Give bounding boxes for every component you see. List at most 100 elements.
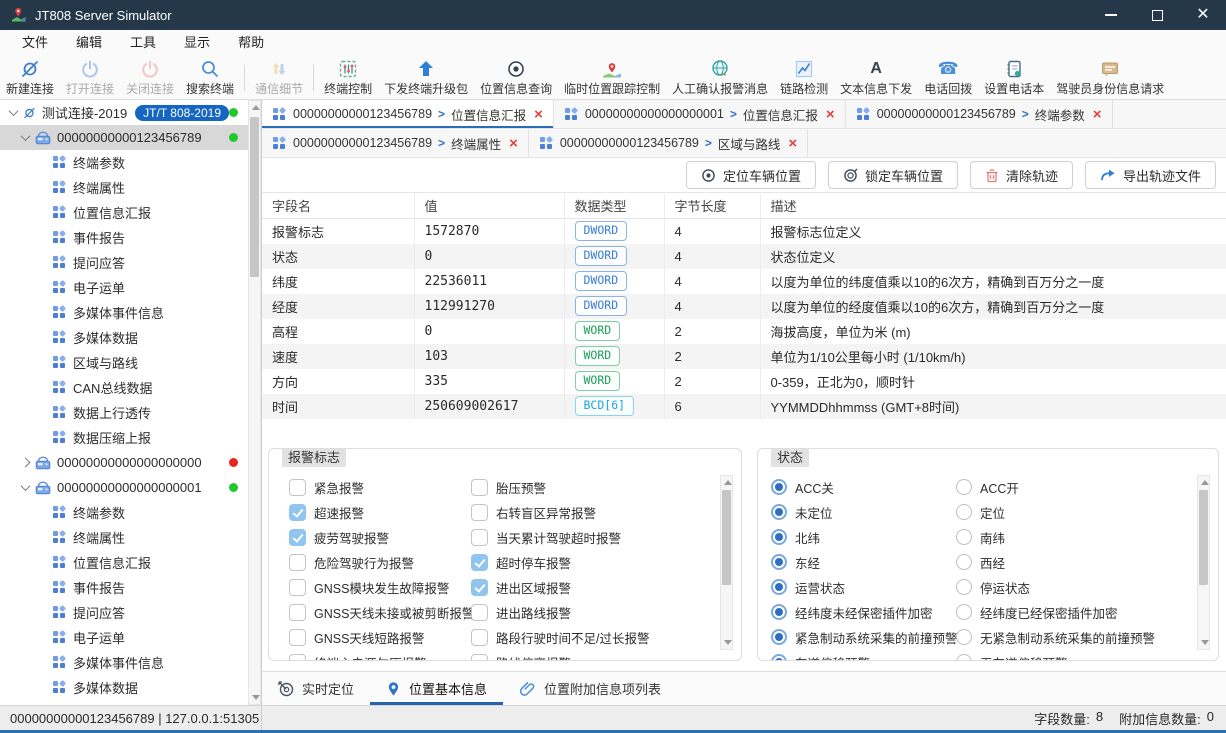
radio-selected-icon[interactable] [771,479,787,495]
radio-icon[interactable] [956,529,972,545]
col-desc[interactable]: 描述 [760,193,1226,219]
alarm-checkbox-item[interactable]: 超时停车报警 [471,550,707,575]
table-row[interactable]: 方向 335 WORD 2 0-359，正北为0，顺时针 [262,369,1226,394]
tree-leaf[interactable]: 位置信息汇报 [0,550,248,575]
alarm-checkbox-item[interactable]: 胎压预警 [471,475,707,500]
close-tab-icon[interactable]: × [509,135,518,152]
radio-icon[interactable] [956,504,972,520]
toolbar-location-query[interactable]: 位置信息查询 [474,56,558,100]
toolbar-new-connection[interactable]: 新建连接 [0,56,60,100]
checkbox-icon[interactable] [289,479,306,496]
checkbox-icon[interactable] [471,479,488,496]
checkbox-checked-icon[interactable] [289,529,306,546]
alarm-checkbox-item[interactable]: GNSS天线短路报警 [289,625,471,650]
radio-selected-icon[interactable] [771,604,787,620]
status-radio-item[interactable]: ACC关 [771,475,956,500]
alarm-panel-scrollbar[interactable] [720,475,733,650]
tree-leaf[interactable]: 提问应答 [0,600,248,625]
status-radio-item[interactable]: 南纬 [956,525,1184,550]
tree-leaf[interactable]: 电子运单 [0,625,248,650]
checkbox-icon[interactable] [471,504,488,521]
tree-leaf[interactable]: 位置信息汇报 [0,200,248,225]
tab-terminal-attrs[interactable]: 00000000000123456789 > 终端属性 × [262,129,529,157]
scrollbar-thumb[interactable] [250,117,259,277]
tab-position-extra-info[interactable]: 位置附加信息项列表 [503,672,677,705]
close-tab-icon[interactable]: × [826,106,835,123]
tree-leaf[interactable]: 多媒体数据 [0,325,248,350]
menu-file[interactable]: 文件 [8,30,62,56]
checkbox-icon[interactable] [471,529,488,546]
radio-selected-icon[interactable] [771,654,787,661]
col-field[interactable]: 字段名 [262,193,414,219]
toolbar-temp-tracking[interactable]: 临时位置跟踪控制 [558,56,666,100]
close-button[interactable]: ✕ [1180,0,1226,30]
toolbar-send-upgrade[interactable]: 下发终端升级包 [378,56,474,100]
radio-selected-icon[interactable] [771,554,787,570]
alarm-checkbox-item[interactable]: 路段行驶时间不足/过长报警 [471,625,707,650]
chevron-right-icon[interactable] [21,458,31,468]
status-radio-item[interactable]: 无车道偏移预警 [956,650,1184,661]
table-row[interactable]: 纬度 22536011 DWORD 4 以度为单位的纬度值乘以10的6次方，精确… [262,269,1226,294]
menu-view[interactable]: 显示 [170,30,224,56]
status-panel-scrollbar[interactable] [1197,475,1210,650]
radio-icon[interactable] [956,579,972,595]
chevron-down-icon[interactable] [9,106,19,116]
radio-selected-icon[interactable] [771,504,787,520]
alarm-checkbox-item[interactable]: 疲劳驾驶报警 [289,525,471,550]
alarm-checkbox-item[interactable]: GNSS模块发生故障报警 [289,575,471,600]
tree-leaf[interactable]: 电子运单 [0,275,248,300]
radio-selected-icon[interactable] [771,579,787,595]
tab-position-report-2[interactable]: 00000000000000000001 > 位置信息汇报 × [554,100,846,128]
toolbar-link-check[interactable]: 链路检测 [774,56,834,100]
radio-icon[interactable] [956,629,972,645]
tree-leaf[interactable]: 数据压缩上报 [0,425,248,450]
tree-leaf[interactable]: 终端参数 [0,500,248,525]
toolbar-terminal-control[interactable]: 终端控制 [318,56,378,100]
status-radio-item[interactable]: 东经 [771,550,956,575]
status-radio-item[interactable]: 无紧急制动系统采集的前撞预警 [956,625,1184,650]
tree-leaf[interactable]: 事件报告 [0,575,248,600]
tab-position-report-1[interactable]: 00000000000123456789 > 位置信息汇报 × [262,100,554,128]
close-tab-icon[interactable]: × [788,135,797,152]
checkbox-icon[interactable] [289,579,306,596]
tree-leaf[interactable]: 数据上行透传 [0,400,248,425]
locate-vehicle-button[interactable]: 定位车辆位置 [686,161,816,189]
tree-device-node[interactable]: 00000000000123456789 [0,125,248,150]
close-tab-icon[interactable]: × [1093,106,1102,123]
tree-leaf[interactable]: 终端属性 [0,525,248,550]
clear-track-button[interactable]: 清除轨迹 [970,161,1073,189]
table-row[interactable]: 状态 0 DWORD 4 状态位定义 [262,244,1226,269]
status-radio-item[interactable]: 定位 [956,500,1184,525]
radio-selected-icon[interactable] [771,629,787,645]
radio-icon[interactable] [956,654,972,661]
col-value[interactable]: 值 [414,193,564,219]
alarm-checkbox-item[interactable]: GNSS天线未接或被剪断报警 [289,600,471,625]
toolbar-comm-detail[interactable]: 通信细节 [249,56,309,100]
menu-edit[interactable]: 编辑 [62,30,116,56]
tree-leaf[interactable]: 终端属性 [0,175,248,200]
radio-icon[interactable] [956,554,972,570]
tree-leaf[interactable]: 多媒体数据 [0,675,248,700]
minimize-button[interactable] [1088,0,1134,30]
tree-device-node[interactable]: 00000000000000000000 [0,450,248,475]
checkbox-icon[interactable] [471,629,488,646]
chevron-down-icon[interactable] [21,481,31,491]
checkbox-icon[interactable] [289,629,306,646]
chevron-down-icon[interactable] [21,131,31,141]
scrollbar-thumb[interactable] [722,490,731,585]
status-radio-item[interactable]: 西经 [956,550,1184,575]
table-row[interactable]: 报警标志 1572870 DWORD 4 报警标志位定义 [262,219,1226,244]
tree-leaf[interactable]: 终端参数 [0,150,248,175]
status-radio-item[interactable]: 未定位 [771,500,956,525]
status-radio-item[interactable]: 停运状态 [956,575,1184,600]
toolbar-search-terminal[interactable]: 搜索终端 [180,56,240,100]
col-type[interactable]: 数据类型 [564,193,664,219]
close-tab-icon[interactable]: × [534,106,543,123]
maximize-button[interactable] [1134,0,1180,30]
toolbar-phone-callback[interactable]: ☎ 电话回拨 [918,56,978,100]
alarm-checkbox-item[interactable]: 危险驾驶行为报警 [289,550,471,575]
toolbar-open-connection[interactable]: 打开连接 [60,56,120,100]
table-row[interactable]: 经度 112991270 DWORD 4 以度为单位的经度值乘以10的6次方，精… [262,294,1226,319]
scrollbar-thumb[interactable] [1199,490,1208,585]
tree-leaf[interactable]: 事件报告 [0,225,248,250]
